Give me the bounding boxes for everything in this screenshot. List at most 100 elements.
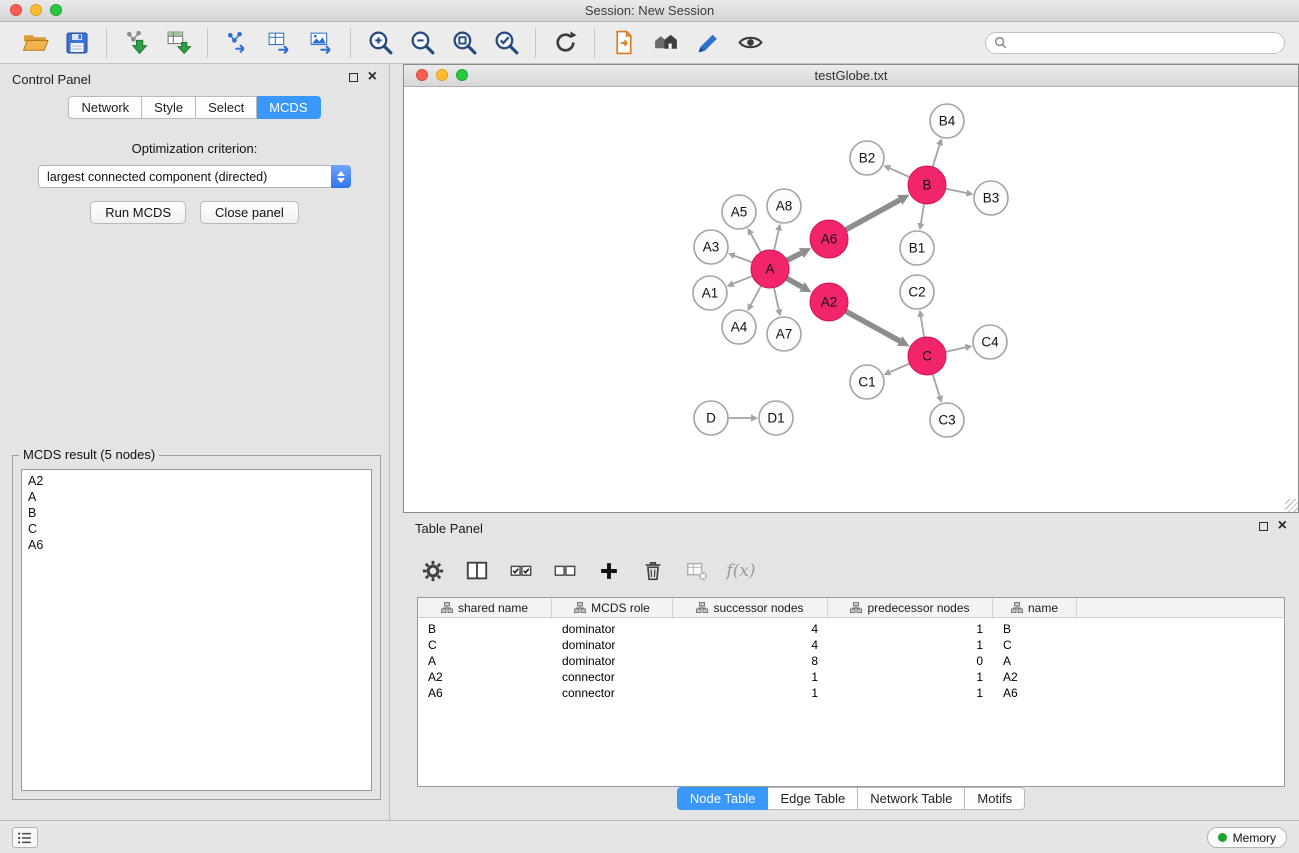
tab-select[interactable]: Select — [196, 96, 257, 119]
graph-node-A7[interactable]: A7 — [767, 317, 801, 351]
mcds-result-item[interactable]: A2 — [28, 473, 365, 489]
graph-node-A6[interactable]: A6 — [810, 220, 848, 258]
tab-mcds[interactable]: MCDS — [257, 96, 320, 119]
mcds-result-item[interactable]: A6 — [28, 537, 365, 553]
graph-edge-A2-C[interactable] — [846, 311, 910, 346]
table-tab-edge-table[interactable]: Edge Table — [768, 787, 858, 810]
zoom-fit-button[interactable] — [443, 24, 485, 62]
add-column-button[interactable] — [595, 556, 623, 586]
export-network-button[interactable] — [216, 24, 258, 62]
graph-edge-B-B3[interactable] — [946, 189, 974, 197]
dropdown-stepper-icon[interactable] — [331, 165, 351, 188]
graph-node-A2[interactable]: A2 — [810, 283, 848, 321]
resize-grip[interactable] — [1285, 499, 1298, 512]
column-header-successor-nodes[interactable]: successor nodes — [673, 598, 828, 617]
mcds-result-list[interactable]: A2ABCA6 — [21, 469, 372, 791]
network-minimize-button[interactable] — [436, 69, 448, 81]
optimization-criterion-dropdown[interactable]: largest connected component (directed) — [38, 165, 351, 188]
select-all-button[interactable] — [507, 556, 535, 586]
zoom-window-button[interactable] — [50, 4, 62, 16]
graph-edge-A-A6[interactable] — [787, 248, 811, 260]
save-session-button[interactable] — [56, 24, 98, 62]
search-input[interactable] — [1013, 36, 1276, 50]
graph-node-C[interactable]: C — [908, 337, 946, 375]
graph-edge-A-A7[interactable] — [774, 288, 782, 317]
export-table-button[interactable] — [258, 24, 300, 62]
clear-selection-button[interactable] — [551, 556, 579, 586]
minimize-window-button[interactable] — [30, 4, 42, 16]
graph-node-A[interactable]: A — [751, 250, 789, 288]
table-row-B[interactable]: Bdominator41B — [418, 621, 1284, 637]
column-header-name[interactable]: name — [993, 598, 1077, 617]
column-header-predecessor-nodes[interactable]: predecessor nodes — [828, 598, 993, 617]
graph-node-D1[interactable]: D1 — [759, 401, 793, 435]
show-columns-button[interactable] — [463, 556, 491, 586]
graph-node-B1[interactable]: B1 — [900, 231, 934, 265]
export-image-button[interactable] — [300, 24, 342, 62]
graph-node-A5[interactable]: A5 — [722, 195, 756, 229]
graph-node-D[interactable]: D — [694, 401, 728, 435]
mcds-result-item[interactable]: A — [28, 489, 365, 505]
apply-style-button[interactable] — [687, 24, 729, 62]
graph-edge-C-C3[interactable] — [933, 374, 943, 403]
graph-edge-A-A1[interactable] — [727, 276, 753, 287]
graph-edge-B-B4[interactable] — [933, 138, 943, 167]
network-canvas[interactable]: B4B2BB3A5A8A6B1A3AC2A1A2A4A7CC4C1C3DD1 — [404, 87, 1298, 512]
network-graph[interactable]: B4B2BB3A5A8A6B1A3AC2A1A2A4A7CC4C1C3DD1 — [404, 87, 1298, 512]
close-panel-icon[interactable]: × — [368, 72, 377, 82]
zoom-out-button[interactable] — [401, 24, 443, 62]
refresh-view-button[interactable] — [544, 24, 586, 62]
close-panel-button[interactable]: Close panel — [200, 201, 299, 224]
mcds-result-item[interactable]: B — [28, 505, 365, 521]
table-tab-motifs[interactable]: Motifs — [965, 787, 1025, 810]
graph-node-B3[interactable]: B3 — [974, 181, 1008, 215]
graph-edge-A6-B[interactable] — [846, 195, 910, 230]
network-window-titlebar[interactable]: testGlobe.txt — [404, 65, 1298, 87]
zoom-selected-button[interactable] — [485, 24, 527, 62]
network-zoom-button[interactable] — [456, 69, 468, 81]
home-layout-button[interactable] — [645, 24, 687, 62]
graph-edge-A-A2[interactable] — [787, 278, 812, 292]
table-row-A[interactable]: Adominator80A — [418, 653, 1284, 669]
close-table-panel-icon[interactable]: × — [1278, 521, 1287, 531]
float-panel-icon[interactable] — [349, 73, 358, 82]
task-history-button[interactable] — [12, 827, 38, 848]
graph-node-C1[interactable]: C1 — [850, 365, 884, 399]
close-window-button[interactable] — [10, 4, 22, 16]
graph-node-C2[interactable]: C2 — [900, 275, 934, 309]
graph-node-C3[interactable]: C3 — [930, 403, 964, 437]
mcds-result-item[interactable]: C — [28, 521, 365, 537]
zoom-in-button[interactable] — [359, 24, 401, 62]
delete-column-button[interactable] — [639, 556, 667, 586]
graph-node-B4[interactable]: B4 — [930, 104, 964, 138]
table-body[interactable]: Bdominator41BCdominator41CAdominator80A A… — [418, 618, 1284, 701]
column-header-MCDS-role[interactable]: MCDS role — [552, 598, 673, 617]
graph-edge-C-C1[interactable] — [884, 364, 910, 376]
table-row-A6[interactable]: A6connector11A6 — [418, 685, 1284, 701]
graph-edge-C-C2[interactable] — [917, 310, 924, 337]
table-tab-node-table[interactable]: Node Table — [677, 787, 769, 810]
tab-style[interactable]: Style — [142, 96, 196, 119]
memory-button[interactable]: Memory — [1207, 827, 1287, 848]
graph-edge-A-A8[interactable] — [774, 224, 782, 251]
graph-edge-B-B2[interactable] — [883, 165, 909, 177]
open-session-button[interactable] — [603, 24, 645, 62]
graph-node-B[interactable]: B — [908, 166, 946, 204]
graph-edge-A-A3[interactable] — [728, 252, 752, 262]
run-mcds-button[interactable]: Run MCDS — [90, 201, 186, 224]
table-tab-network-table[interactable]: Network Table — [858, 787, 965, 810]
graph-node-C4[interactable]: C4 — [973, 325, 1007, 359]
graph-edge-A-A5[interactable] — [748, 228, 761, 252]
import-table-button[interactable] — [157, 24, 199, 62]
search-box[interactable] — [985, 32, 1285, 54]
open-file-button[interactable] — [14, 24, 56, 62]
function-builder-button[interactable]: f(x) — [727, 556, 755, 586]
graph-node-A1[interactable]: A1 — [693, 276, 727, 310]
graph-node-B2[interactable]: B2 — [850, 141, 884, 175]
graph-node-A4[interactable]: A4 — [722, 310, 756, 344]
import-network-button[interactable] — [115, 24, 157, 62]
table-row-C[interactable]: Cdominator41C — [418, 637, 1284, 653]
graph-edge-B-B1[interactable] — [917, 204, 924, 230]
graph-node-A8[interactable]: A8 — [767, 189, 801, 223]
table-settings-button[interactable] — [419, 556, 447, 586]
